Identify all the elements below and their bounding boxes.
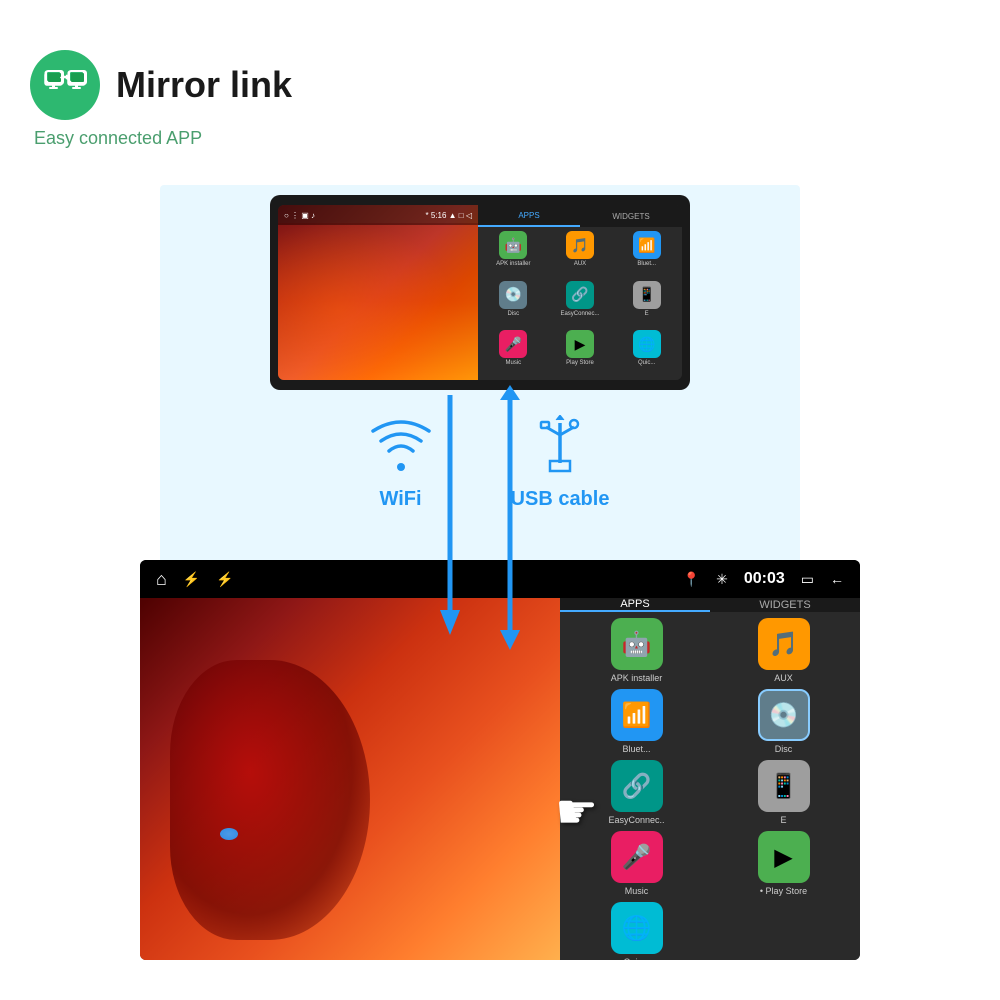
mirror-link-title: Mirror link (116, 64, 292, 106)
connection-arrows (360, 385, 620, 665)
phone-app-bt-icon: 📶 (633, 231, 661, 259)
phone-app-disc-label: Disc (507, 311, 519, 317)
car-app-easyconn-icon: 🔗 (611, 760, 663, 812)
phone-app-disc-icon: 💿 (499, 281, 527, 309)
car-app-extra-label: E (780, 815, 786, 825)
car-bluetooth-icon: ✳ (716, 571, 728, 588)
phone-tab-widgets[interactable]: WIDGETS (580, 205, 682, 227)
car-usb-icon: ⚡ (183, 571, 200, 588)
phone-app-apk-icon: 🤖 (499, 231, 527, 259)
phone-app-extra-icon: 📱 (633, 281, 661, 309)
car-app-music[interactable]: 🎤 Music (566, 831, 707, 896)
subtitle: Easy connected APP (30, 128, 292, 149)
hand-pointer-cursor: ☛ (555, 784, 598, 840)
phone-app-playstore[interactable]: ▶ Play Store (549, 330, 612, 376)
car-app-music-icon: 🎤 (611, 831, 663, 883)
phone-app-music-label: Music (505, 360, 521, 366)
car-location-icon: 📍 (683, 571, 700, 588)
phone-app-bt-label: Bluet... (637, 261, 656, 267)
phone-app-easyconn-icon: 🔗 (566, 281, 594, 309)
phone-app-aux-icon: 🎵 (566, 231, 594, 259)
car-app-disc-label: Disc (775, 744, 793, 754)
car-app-music-label: Music (625, 886, 649, 896)
spiderman-figure (170, 660, 370, 940)
car-home-icon: ⌂ (156, 569, 167, 590)
phone-app-music[interactable]: 🎤 Music (482, 330, 545, 376)
header-section: Mirror link Easy connected APP (30, 50, 292, 149)
car-status-right: 📍 ✳ 00:03 ▭ ← (683, 570, 844, 588)
phone-tab-apps[interactable]: APPS (478, 205, 580, 227)
car-app-aux[interactable]: 🎵 AUX (713, 618, 854, 683)
phone-app-easyconn[interactable]: 🔗 EasyConnec... (549, 281, 612, 327)
phone-app-quick[interactable]: 🌐 Quic... (615, 330, 678, 376)
phone-screen: ○ ⋮ ▣ ♪ * 5:16 ▲ □ ◁ APPS WIDGETS 🤖 APK … (278, 205, 682, 380)
phone-app-extra-label: E (645, 311, 649, 317)
car-usb2-icon: ⚡ (216, 571, 233, 588)
phone-app-aux-label: AUX (574, 261, 586, 267)
car-app-aux-label: AUX (774, 673, 793, 683)
phone-device: ○ ⋮ ▣ ♪ * 5:16 ▲ □ ◁ APPS WIDGETS 🤖 APK … (270, 195, 690, 390)
phone-app-music-icon: 🎤 (499, 330, 527, 358)
phone-app-apk[interactable]: 🤖 APK installer (482, 231, 545, 277)
car-app-bt-icon: 📶 (611, 689, 663, 741)
phone-app-disc[interactable]: 💿 Disc (482, 281, 545, 327)
car-app-bt-label: Bluet... (622, 744, 650, 754)
phone-apps-grid: 🤖 APK installer 🎵 AUX 📶 Bluet... 💿 Disc (478, 227, 682, 380)
car-back-icon: ← (830, 571, 844, 587)
car-app-aux-icon: 🎵 (758, 618, 810, 670)
phone-video: ○ ⋮ ▣ ♪ * 5:16 ▲ □ ◁ (278, 205, 478, 380)
car-app-playstore[interactable]: ▶ • Play Store (713, 831, 854, 896)
phone-status-bar: ○ ⋮ ▣ ♪ * 5:16 ▲ □ ◁ (278, 205, 478, 225)
car-app-bt[interactable]: 📶 Bluet... (566, 689, 707, 754)
spiderman-eye (220, 828, 238, 840)
header-row: Mirror link (30, 50, 292, 120)
phone-app-playstore-icon: ▶ (566, 330, 594, 358)
car-app-quick[interactable]: 🌐 Quic... (566, 902, 707, 960)
phone-app-quick-icon: 🌐 (633, 330, 661, 358)
car-status-left: ⌂ ⚡ ⚡ (156, 569, 234, 590)
phone-app-bt[interactable]: 📶 Bluet... (615, 231, 678, 277)
phone-tabs: APPS WIDGETS (478, 205, 682, 227)
mirror-link-icon (43, 63, 87, 107)
mirror-link-icon-bg (30, 50, 100, 120)
car-app-extra[interactable]: 📱 E (713, 760, 854, 825)
car-app-playstore-icon: ▶ (758, 831, 810, 883)
phone-app-extra[interactable]: 📱 E (615, 281, 678, 327)
car-window-icon: ▭ (801, 571, 814, 588)
car-app-extra-icon: 📱 (758, 760, 810, 812)
car-app-easyconn-label: EasyConnec.. (608, 815, 664, 825)
car-app-quick-icon: 🌐 (611, 902, 663, 954)
phone-apps-panel: APPS WIDGETS 🤖 APK installer 🎵 AUX 📶 Blu… (478, 205, 682, 380)
phone-app-playstore-label: Play Store (566, 360, 594, 366)
car-time: 00:03 (744, 570, 785, 588)
phone-app-aux[interactable]: 🎵 AUX (549, 231, 612, 277)
car-app-playstore-label: • Play Store (760, 886, 807, 896)
phone-app-apk-label: APK installer (496, 261, 530, 267)
phone-app-quick-label: Quic... (638, 360, 655, 366)
phone-app-easyconn-label: EasyConnec... (560, 311, 599, 317)
car-app-apk-label: APK installer (611, 673, 663, 683)
car-app-disc[interactable]: 💿 Disc (713, 689, 854, 754)
watermark: es.carmitek.com (383, 960, 617, 992)
car-tab-widgets[interactable]: WIDGETS (710, 598, 860, 612)
car-app-quick-label: Quic... (623, 957, 649, 960)
car-app-disc-icon: 💿 (758, 689, 810, 741)
